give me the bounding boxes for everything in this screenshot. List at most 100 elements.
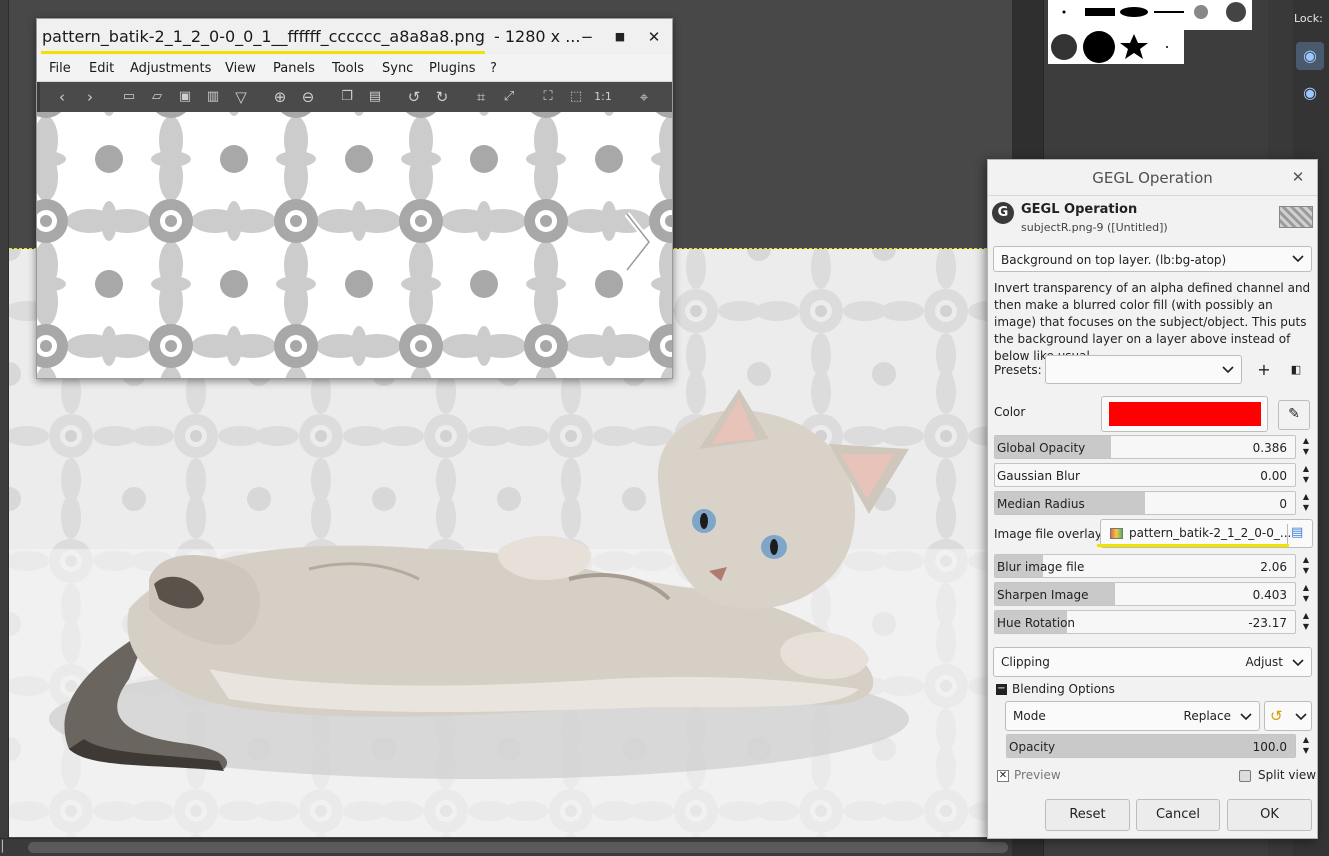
spin-arrows-icon[interactable]: ▲ ▼ (1299, 610, 1313, 634)
image-viewer-window[interactable]: pattern_batik-2_1_2_0-0_0_1__ffffff_cccc… (36, 18, 673, 379)
minimize-icon[interactable]: − (575, 25, 599, 49)
maximize-icon[interactable]: ■ (608, 25, 632, 49)
preset-menu-icon[interactable]: ◧ (1283, 357, 1309, 383)
ok-button[interactable]: OK (1227, 799, 1312, 831)
zoom-out-icon[interactable]: ⊖ (298, 87, 318, 107)
spin-arrows-icon[interactable]: ▲ ▼ (1299, 491, 1313, 515)
mode-label: Mode (1013, 709, 1046, 723)
blending-options-label[interactable]: Blending Options (1012, 682, 1115, 696)
delete-icon[interactable]: ▥ (203, 87, 223, 107)
sharpen-image-slider[interactable]: Sharpen Image 0.403 (994, 582, 1296, 606)
next-image-icon[interactable] (623, 212, 653, 272)
chevron-down-icon (1292, 659, 1304, 667)
brush-row-2[interactable] (1048, 30, 1184, 64)
menu-adjustments[interactable]: Adjustments (130, 61, 211, 76)
gegl-operation-dialog[interactable]: GEGL Operation ✕ G GEGL Operation subjec… (987, 159, 1318, 839)
mode-value: Replace (1183, 709, 1231, 723)
slider-label: Global Opacity (997, 441, 1086, 455)
filter-icon[interactable]: ▽ (231, 87, 251, 107)
scrollbar-thumb[interactable] (28, 842, 1008, 853)
blend-opacity-slider[interactable]: Opacity 100.0 (1006, 734, 1296, 758)
gegl-logo-icon: G (992, 202, 1014, 224)
fullscreen-icon[interactable]: ⛶ (538, 87, 558, 107)
global-opacity-slider[interactable]: Global Opacity 0.386 (994, 435, 1296, 459)
location-icon[interactable]: ⌖ (634, 87, 654, 107)
forward-icon[interactable]: › (80, 87, 100, 107)
actual-size-icon[interactable]: 1:1 (593, 87, 613, 107)
back-icon[interactable]: ‹ (52, 87, 72, 107)
presets-label: Presets: (994, 363, 1042, 377)
spin-arrows-icon[interactable]: ▲ ▼ (1299, 463, 1313, 487)
split-view-checkbox[interactable] (1239, 770, 1251, 782)
spin-arrows-icon[interactable]: ▲ ▼ (1299, 734, 1313, 758)
menu-tools[interactable]: Tools (332, 61, 364, 76)
menu-view[interactable]: View (225, 61, 256, 76)
paste-icon[interactable]: ▤ (365, 87, 385, 107)
reset-button[interactable]: Reset (1045, 799, 1130, 831)
gaussian-blur-slider[interactable]: Gaussian Blur 0.00 (994, 463, 1296, 487)
slider-label: Hue Rotation (997, 616, 1076, 630)
fit-icon[interactable]: ⬚ (566, 87, 586, 107)
menu-help[interactable]: ? (490, 61, 497, 76)
color-picker-icon[interactable]: ✎ (1278, 400, 1310, 430)
scroll-left-icon[interactable]: ▏ (2, 840, 10, 853)
reset-mode-icon: ↺ (1270, 707, 1283, 725)
close-icon[interactable]: ✕ (1289, 168, 1307, 186)
menu-sync[interactable]: Sync (382, 61, 413, 76)
spin-arrows-icon[interactable]: ▲ ▼ (1299, 582, 1313, 606)
title-highlight (41, 51, 485, 54)
filter-select[interactable]: Background on top layer. (lb:bg-atop) (993, 246, 1312, 272)
divider (1287, 524, 1288, 544)
slider-value: 0.386 (1252, 441, 1287, 455)
copy-icon[interactable]: ❐ (337, 87, 357, 107)
clipping-value: Adjust (1245, 655, 1283, 669)
slider-value: 0 (1279, 497, 1287, 511)
mode-select[interactable]: Mode Replace (1005, 701, 1260, 731)
slider-label: Blur image file (997, 560, 1085, 574)
rotate-left-icon[interactable]: ↺ (404, 87, 424, 107)
cancel-button[interactable]: Cancel (1136, 799, 1220, 831)
slider-label: Sharpen Image (997, 588, 1089, 602)
close-icon[interactable]: ✕ (642, 25, 666, 49)
horizontal-scrollbar[interactable]: ▏ + (0, 838, 1025, 856)
median-radius-slider[interactable]: Median Radius 0 (994, 491, 1296, 515)
visibility-eye-icon[interactable]: ◉ (1296, 79, 1324, 107)
preview-checkbox[interactable]: ✕ (997, 770, 1009, 782)
spin-arrows-icon[interactable]: ▲ ▼ (1299, 435, 1313, 459)
resize-icon[interactable]: ⤢ (499, 87, 519, 107)
filter-value: Background on top layer. (lb:bg-atop) (1001, 253, 1227, 267)
brush-row-1[interactable] (1048, 0, 1252, 30)
pattern-preview[interactable] (37, 112, 672, 378)
clipping-select[interactable]: Clipping Adjust (993, 647, 1312, 677)
save-icon[interactable]: ▣ (175, 87, 195, 107)
lock-label: Lock: (1294, 12, 1323, 25)
menu-edit[interactable]: Edit (89, 61, 114, 76)
zoom-in-icon[interactable]: ⊕ (270, 87, 290, 107)
color-button[interactable] (1101, 396, 1268, 432)
menu-panels[interactable]: Panels (273, 61, 315, 76)
add-preset-icon[interactable]: + (1251, 357, 1277, 383)
chevron-down-icon (1292, 255, 1304, 263)
viewer-titlebar[interactable]: pattern_batik-2_1_2_0-0_0_1__ffffff_cccc… (37, 19, 672, 55)
vertical-ruler (0, 0, 9, 840)
visibility-eye-icon[interactable]: ◉ (1296, 42, 1324, 70)
menu-plugins[interactable]: Plugins (429, 61, 476, 76)
clipping-label: Clipping (1001, 655, 1050, 669)
presets-select[interactable] (1045, 355, 1242, 384)
new-icon[interactable]: ▭ (119, 87, 139, 107)
open-file-icon[interactable]: ▤ (1291, 525, 1307, 541)
color-swatch (1109, 402, 1261, 426)
spin-arrows-icon[interactable]: ▲ ▼ (1299, 554, 1313, 578)
menu-file[interactable]: File (49, 61, 71, 76)
blur-image-file-slider[interactable]: Blur image file 2.06 (994, 554, 1296, 578)
collapse-icon[interactable]: − (996, 684, 1007, 695)
crop-icon[interactable]: ⌗ (471, 87, 491, 107)
brush-grid[interactable] (1048, 0, 1252, 64)
slider-value: 100.0 (1252, 740, 1287, 754)
hue-rotation-slider[interactable]: Hue Rotation -23.17 (994, 610, 1296, 634)
composite-mode-button[interactable]: ↺ (1264, 701, 1312, 731)
chevron-down-icon (1240, 713, 1252, 721)
rotate-right-icon[interactable]: ↻ (432, 87, 452, 107)
open-icon[interactable]: ▱ (147, 87, 167, 107)
dialog-titlebar[interactable]: GEGL Operation ✕ (988, 160, 1317, 196)
